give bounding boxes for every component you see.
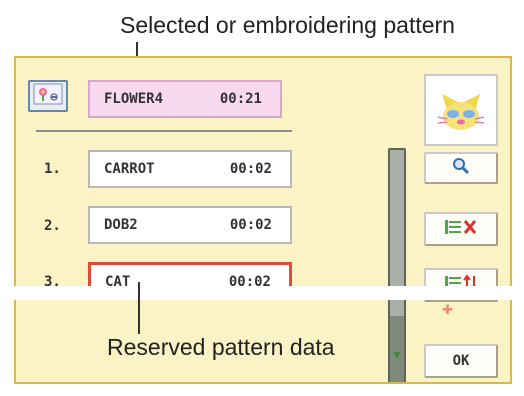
current-pattern-time: 00:21 bbox=[219, 91, 262, 107]
list-index: 2. bbox=[44, 218, 61, 234]
leader-line-bottom bbox=[138, 282, 140, 334]
caption-band bbox=[0, 286, 524, 300]
caption-reserved-pattern: Reserved pattern data bbox=[107, 334, 335, 360]
pattern-thumbnail-icon bbox=[33, 83, 63, 109]
current-pattern-name: FLOWER4 bbox=[104, 91, 164, 107]
magnifier-icon bbox=[452, 157, 470, 179]
reserved-pattern-item[interactable]: CARROT 00:02 bbox=[88, 150, 292, 188]
selected-pattern-thumbnail[interactable] bbox=[28, 80, 68, 112]
reserved-pattern-time: 00:02 bbox=[229, 217, 272, 233]
zoom-button[interactable] bbox=[424, 152, 498, 184]
list-delete-icon bbox=[441, 217, 481, 241]
reserved-pattern-name: CARROT bbox=[104, 161, 155, 177]
list-index: 1. bbox=[44, 161, 61, 177]
ok-button[interactable]: OK bbox=[424, 344, 498, 378]
list-divider bbox=[36, 130, 292, 132]
pattern-preview bbox=[424, 74, 498, 146]
caption-selected-pattern: Selected or embroidering pattern bbox=[120, 12, 455, 38]
current-pattern-field[interactable]: FLOWER4 00:21 bbox=[88, 80, 282, 118]
partial-button-glyph: ✚ bbox=[442, 302, 453, 317]
reserved-pattern-item[interactable]: DOB2 00:02 bbox=[88, 206, 292, 244]
scroll-down-arrow-icon[interactable]: ▼ bbox=[390, 348, 404, 362]
reserved-pattern-time: 00:02 bbox=[229, 161, 272, 177]
reserved-pattern-name: DOB2 bbox=[104, 217, 138, 233]
cat-face-icon bbox=[426, 94, 496, 148]
delete-pattern-button[interactable] bbox=[424, 212, 498, 246]
